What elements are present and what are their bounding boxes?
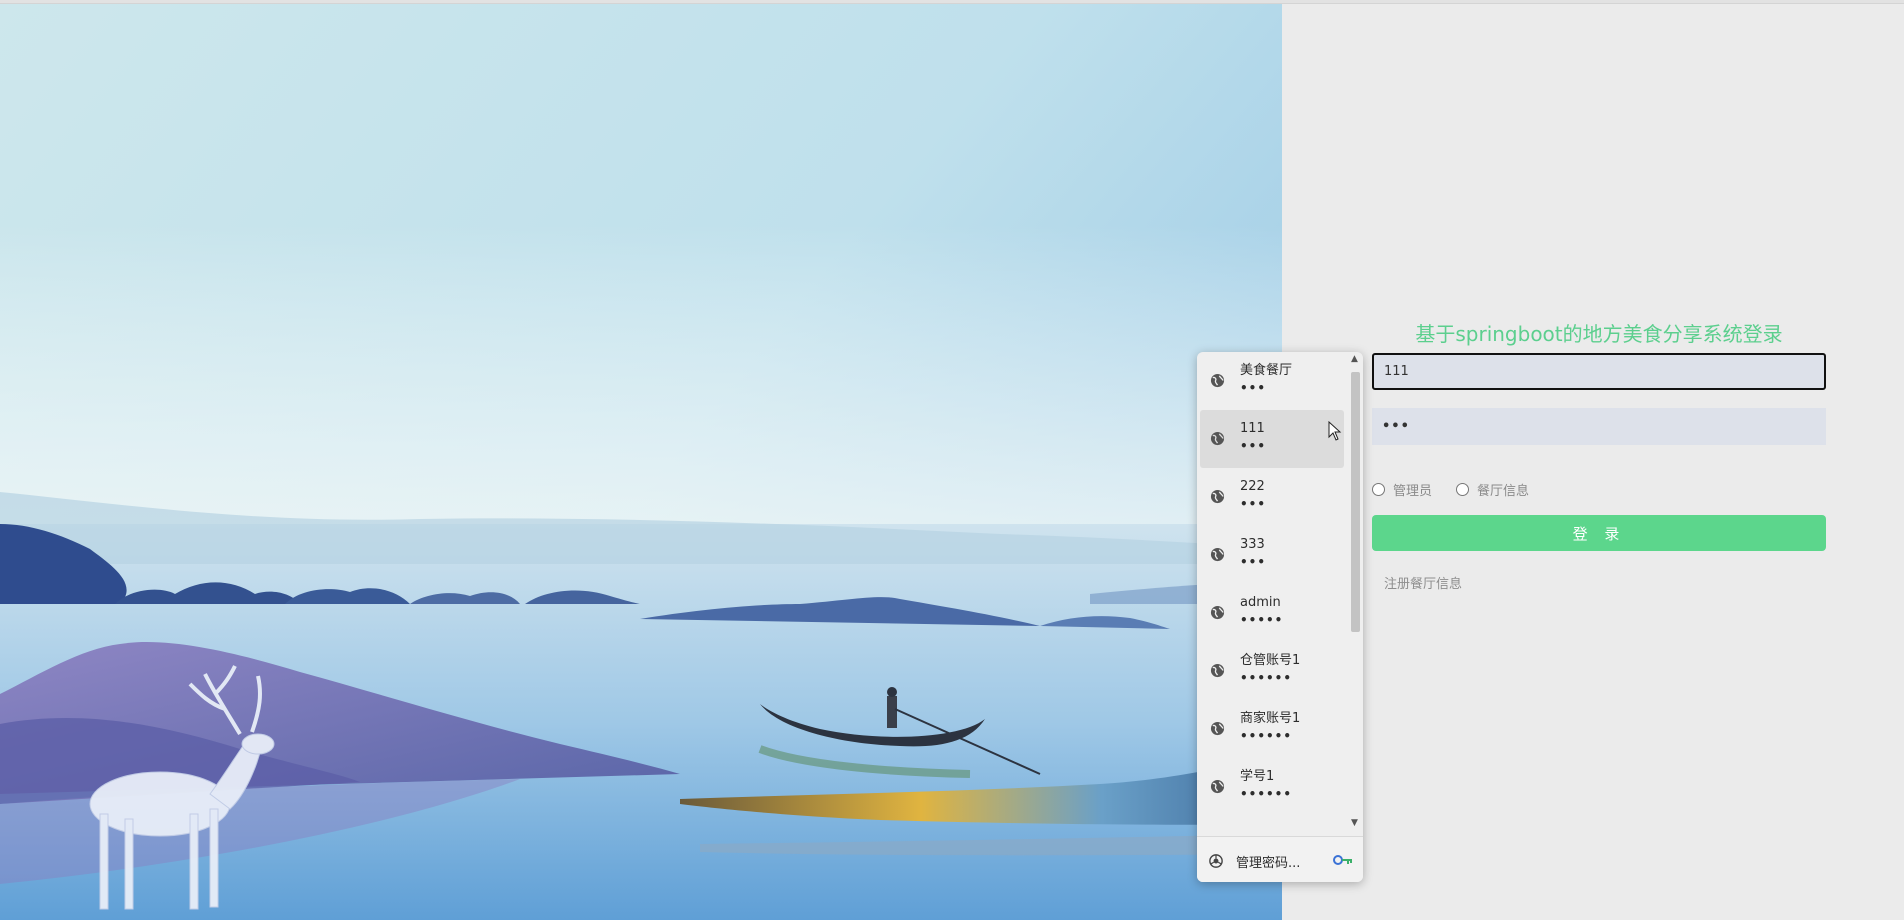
manage-passwords-row[interactable]: 管理密码... bbox=[1197, 836, 1363, 882]
autofill-list: 美食餐厅 ••• 111 ••• 222 ••• 333 ••• admin •… bbox=[1197, 352, 1347, 832]
globe-icon bbox=[1210, 605, 1225, 620]
chrome-icon bbox=[1209, 854, 1223, 868]
autofill-item[interactable]: 111 ••• bbox=[1200, 410, 1344, 468]
role-restaurant-label: 餐厅信息 bbox=[1477, 484, 1530, 499]
autofill-item[interactable]: 学号1 •••••• bbox=[1200, 758, 1344, 816]
role-selector: 管理员 餐厅信息 bbox=[1372, 480, 1553, 499]
autofill-item[interactable]: 商家账号1 •••••• bbox=[1200, 700, 1344, 758]
globe-icon bbox=[1210, 663, 1225, 678]
radio-icon[interactable] bbox=[1456, 483, 1470, 496]
autofill-scrollbar[interactable]: ▲ ▼ bbox=[1347, 352, 1363, 832]
autofill-password: •••••• bbox=[1240, 729, 1293, 743]
autofill-username: 仓管账号1 bbox=[1240, 653, 1301, 668]
autofill-password: •••••• bbox=[1240, 787, 1293, 801]
register-link[interactable]: 注册餐厅信息 bbox=[1384, 573, 1462, 592]
scroll-down-icon[interactable]: ▼ bbox=[1351, 818, 1358, 828]
autofill-password: ••• bbox=[1240, 439, 1267, 453]
radio-icon[interactable] bbox=[1372, 483, 1385, 496]
globe-icon bbox=[1210, 431, 1225, 446]
autofill-password: ••••• bbox=[1240, 613, 1284, 627]
login-button[interactable]: 登 录 bbox=[1372, 515, 1826, 551]
autofill-item[interactable]: admin ••••• bbox=[1200, 584, 1344, 642]
autofill-username: 333 bbox=[1240, 537, 1265, 552]
autofill-username: 商家账号1 bbox=[1240, 711, 1301, 726]
role-restaurant[interactable]: 餐厅信息 bbox=[1456, 480, 1529, 499]
globe-icon bbox=[1210, 721, 1225, 736]
password-input[interactable] bbox=[1372, 408, 1826, 445]
role-admin-label: 管理员 bbox=[1393, 484, 1433, 499]
autofill-item[interactable]: 222 ••• bbox=[1200, 468, 1344, 526]
autofill-item[interactable] bbox=[1200, 816, 1344, 832]
autofill-item[interactable]: 美食餐厅 ••• bbox=[1200, 352, 1344, 410]
autofill-item[interactable]: 仓管账号1 •••••• bbox=[1200, 642, 1344, 700]
autofill-password: •••••• bbox=[1240, 671, 1293, 685]
globe-icon bbox=[1210, 779, 1225, 794]
autofill-username: 学号1 bbox=[1240, 769, 1275, 784]
manage-passwords-label: 管理密码... bbox=[1236, 856, 1301, 871]
key-icon bbox=[1333, 855, 1352, 865]
autofill-password: ••• bbox=[1240, 497, 1267, 511]
mouse-cursor-icon bbox=[1328, 421, 1342, 441]
globe-icon bbox=[1210, 547, 1225, 562]
background-illustration bbox=[0, 4, 1282, 920]
globe-icon bbox=[1210, 373, 1225, 388]
autofill-password: ••• bbox=[1240, 381, 1267, 395]
login-title: 基于springboot的地方美食分享系统登录 bbox=[1415, 322, 1783, 346]
autofill-item[interactable]: 333 ••• bbox=[1200, 526, 1344, 584]
autofill-password: ••• bbox=[1240, 555, 1267, 569]
autofill-username: admin bbox=[1240, 595, 1281, 610]
autofill-username: 美食餐厅 bbox=[1240, 363, 1293, 378]
username-input[interactable] bbox=[1372, 353, 1826, 390]
globe-icon bbox=[1210, 489, 1225, 504]
scroll-thumb[interactable] bbox=[1351, 372, 1360, 632]
role-admin[interactable]: 管理员 bbox=[1372, 480, 1432, 499]
autofill-username: 222 bbox=[1240, 479, 1265, 494]
scroll-up-icon[interactable]: ▲ bbox=[1351, 354, 1358, 364]
